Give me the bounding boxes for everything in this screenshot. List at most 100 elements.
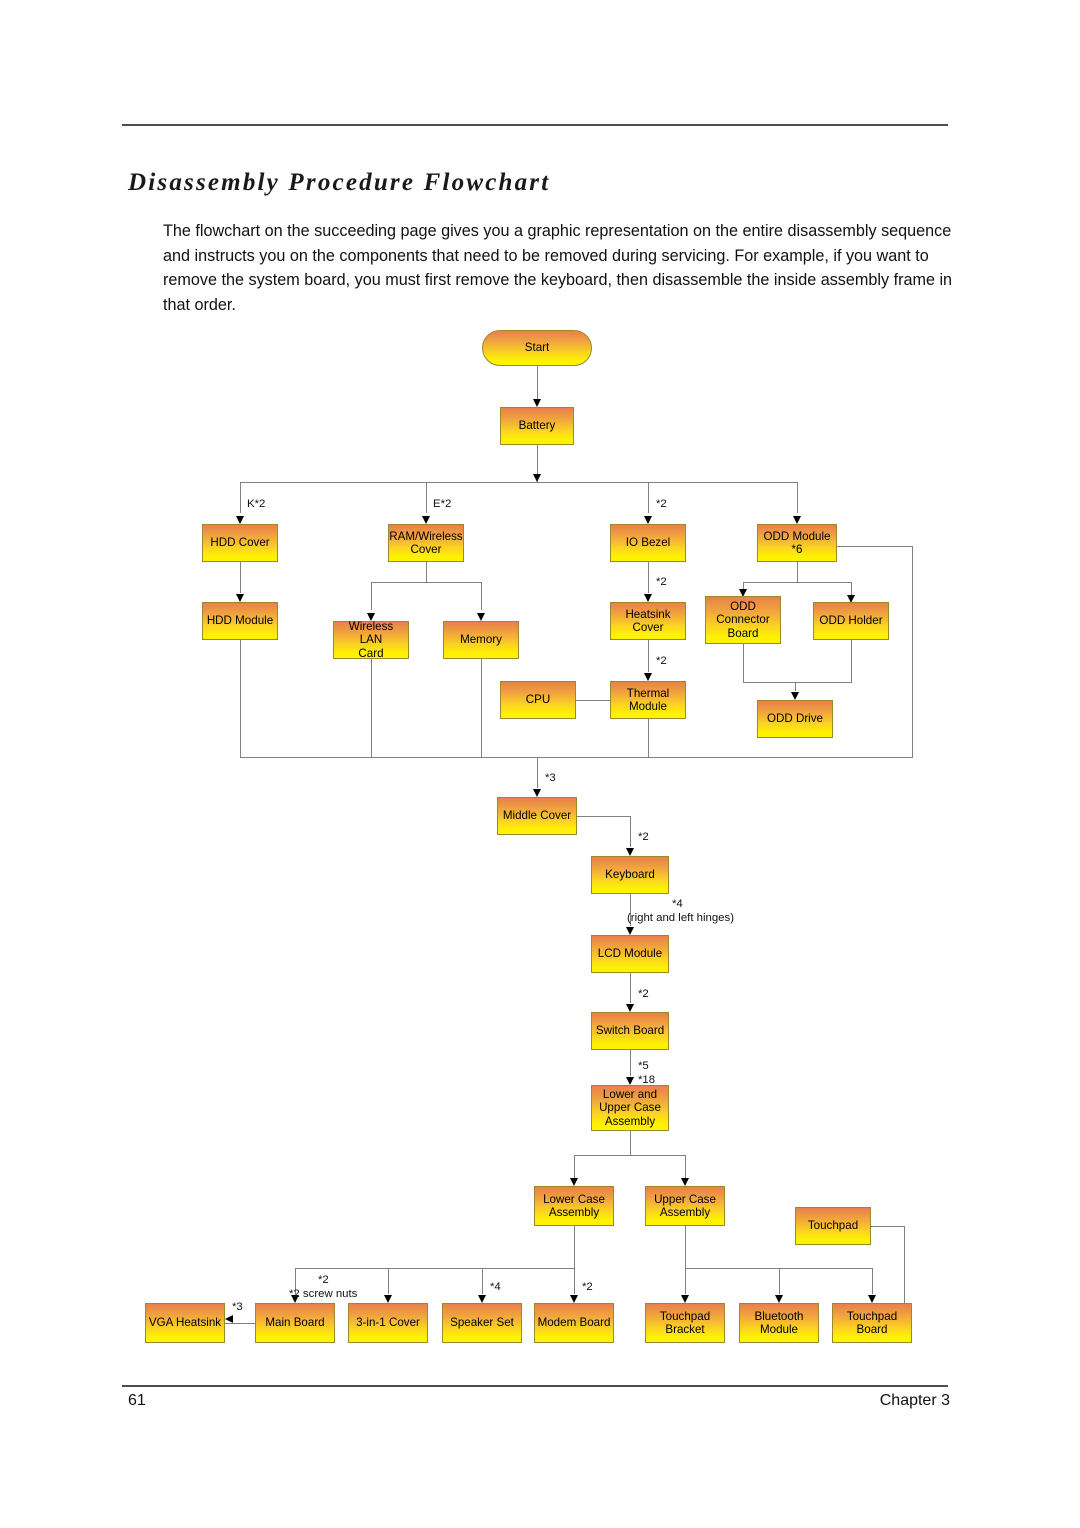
flow-connector (240, 482, 797, 483)
flow-connector (837, 546, 913, 547)
flow-node-label: Memory (460, 633, 502, 647)
flow-connector (426, 482, 427, 513)
flow-connector (371, 582, 481, 583)
flow-node-start: Start (482, 330, 592, 366)
flow-connector (630, 973, 631, 1003)
flow-node-label: Thermal Module (626, 686, 670, 713)
flow-node-heatsink: Heatsink Cover (610, 602, 686, 640)
flow-arrowhead (569, 1178, 578, 1186)
flow-node-hdd_cover: HDD Cover (202, 524, 278, 562)
flow-connector (481, 582, 482, 610)
flow-edge-label: *2 screw nuts (289, 1288, 358, 1300)
flow-arrowhead (790, 692, 799, 700)
flow-edge-label: *4 (672, 898, 683, 910)
flow-node-keyboard: Keyboard (591, 856, 669, 894)
flow-connector (481, 659, 482, 757)
flow-connector (648, 562, 649, 593)
flow-connector (630, 1131, 631, 1155)
flow-edge-label: *2 (656, 655, 667, 667)
flow-arrowhead (235, 516, 244, 524)
flow-edge-label: *5 (638, 1060, 649, 1072)
flow-connector (630, 816, 631, 847)
flow-node-upper_case: Upper Case Assembly (645, 1186, 725, 1226)
flow-node-vga_heatsink: VGA Heatsink (145, 1303, 225, 1343)
flow-arrowhead (643, 673, 652, 681)
flow-connector (743, 682, 852, 683)
flow-node-label: Lower Case Assembly (543, 1192, 605, 1219)
flow-node-label: ODD Module *6 (763, 529, 831, 556)
flow-node-label: Middle Cover (502, 809, 572, 823)
flow-node-label: HDD Module (206, 614, 274, 628)
flow-node-label: ODD Drive (766, 712, 824, 726)
footer-rule (122, 1385, 948, 1387)
flow-connector (685, 1268, 686, 1294)
flow-arrowhead (476, 613, 485, 621)
flow-node-label: IO Bezel (625, 536, 671, 550)
flow-connector (743, 644, 744, 682)
flow-connector (574, 1155, 575, 1178)
flow-node-label: CPU (525, 693, 551, 707)
flow-node-modem_board: Modem Board (534, 1303, 614, 1343)
flow-connector (537, 366, 538, 402)
flow-arrowhead (625, 848, 634, 856)
flow-connector (577, 816, 630, 817)
flow-edge-label: *2 (638, 988, 649, 1000)
flow-arrowhead (680, 1295, 689, 1303)
flow-connector (743, 582, 851, 583)
flow-node-label: HDD Cover (210, 536, 270, 550)
flow-connector (574, 1268, 575, 1294)
flow-node-main_board: Main Board (255, 1303, 335, 1343)
flow-node-label: Lower and Upper Case Assembly (599, 1087, 661, 1128)
flow-node-bt_module: Bluetooth Module (739, 1303, 819, 1343)
flow-node-ram_cover: RAM/Wireless Cover (388, 524, 464, 562)
flow-connector (743, 582, 744, 589)
flow-node-label: LCD Module (597, 947, 663, 961)
flow-connector (685, 1155, 686, 1178)
flow-edge-label: *4 (490, 1281, 501, 1293)
flow-node-odd_module: ODD Module *6 (757, 524, 837, 562)
flow-node-tp_board: Touchpad Board (832, 1303, 912, 1343)
flow-node-touchpad: Touchpad (795, 1207, 871, 1245)
flow-arrowhead (625, 927, 634, 935)
flow-node-label: Touchpad Bracket (659, 1309, 711, 1336)
flow-connector (576, 700, 610, 701)
flow-connector (648, 482, 649, 513)
flow-arrowhead (569, 1295, 578, 1303)
flow-node-label: ODD Holder (819, 614, 883, 628)
flow-node-battery: Battery (500, 407, 574, 445)
flow-connector (871, 1226, 905, 1227)
flow-node-thermal: Thermal Module (610, 681, 686, 719)
flow-edge-label: K*2 (247, 498, 266, 510)
flow-node-label: Start (524, 341, 550, 355)
flow-node-label: Modem Board (537, 1316, 611, 1330)
flow-connector (797, 482, 798, 513)
flow-edge-label: *2 (656, 576, 667, 588)
flow-arrowhead (477, 1295, 486, 1303)
flow-connector (371, 582, 372, 610)
footer-page-number: 61 (128, 1392, 146, 1409)
flow-node-io_bezel: IO Bezel (610, 524, 686, 562)
flow-node-speaker_set: Speaker Set (442, 1303, 522, 1343)
flow-node-label: 3-in-1 Cover (356, 1316, 420, 1330)
flow-connector (240, 757, 913, 758)
flow-arrowhead (680, 1178, 689, 1186)
footer-chapter-label: Chapter 3 (879, 1392, 950, 1409)
flow-connector (648, 719, 649, 757)
flow-arrowhead (421, 516, 430, 524)
flow-connector (912, 546, 913, 757)
flow-node-odd_holder: ODD Holder (813, 602, 889, 640)
flow-node-middle_cover: Middle Cover (497, 797, 577, 835)
flow-connector (630, 1050, 631, 1076)
flow-connector (225, 1323, 255, 1324)
flow-edge-label: (right and left hinges) (627, 912, 735, 924)
flow-connector (872, 1268, 873, 1294)
flow-arrowhead (532, 789, 541, 797)
flow-connector (648, 640, 649, 672)
flow-node-lower_upper: Lower and Upper Case Assembly (591, 1085, 669, 1131)
flow-arrowhead (774, 1295, 783, 1303)
flow-arrowhead (625, 1077, 634, 1085)
flow-node-switch_board: Switch Board (591, 1012, 669, 1050)
flow-node-label: VGA Heatsink (148, 1316, 222, 1330)
flow-connector (904, 1226, 905, 1303)
flow-arrowhead (532, 399, 541, 407)
